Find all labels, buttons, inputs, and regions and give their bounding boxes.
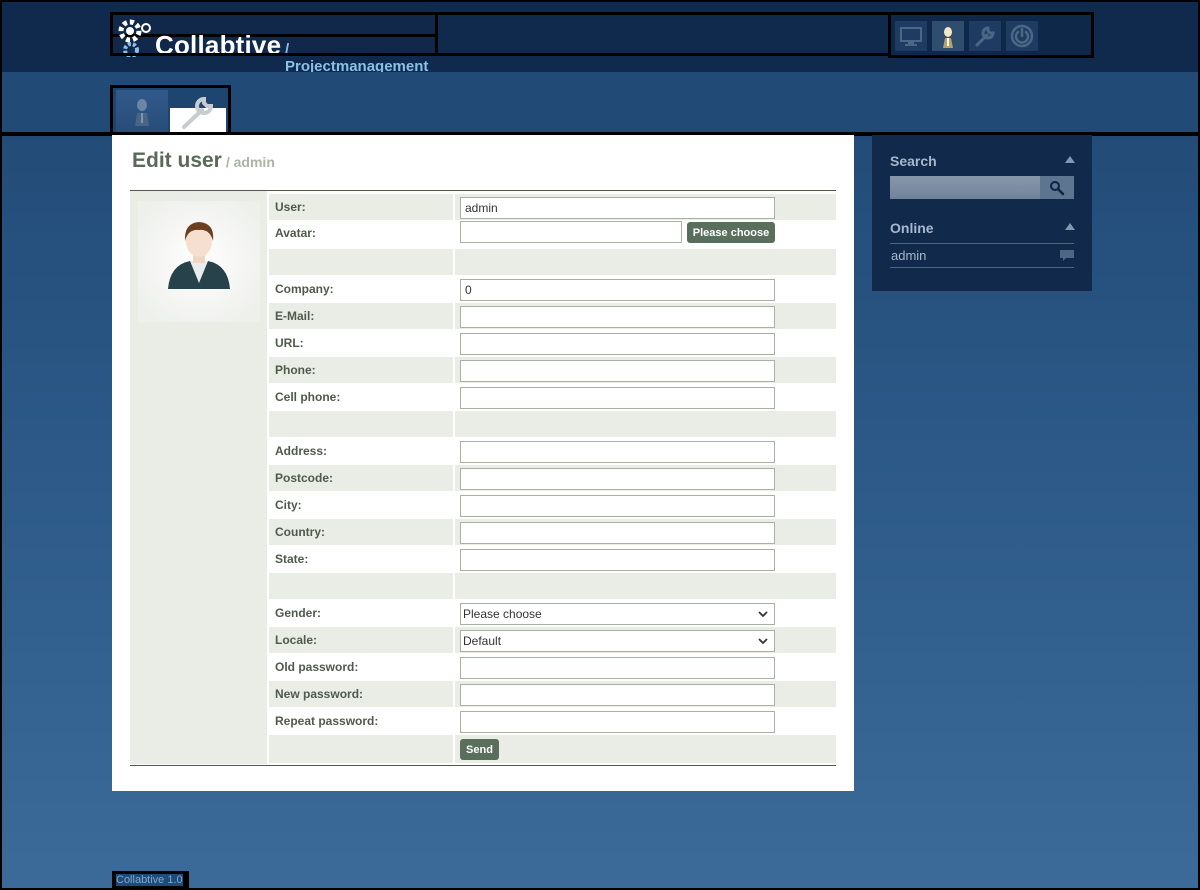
footer: Collabtive 1.0 xyxy=(112,871,189,889)
power-icon[interactable] xyxy=(1006,21,1038,51)
phone-label: Phone: xyxy=(275,363,316,377)
user-label: User: xyxy=(275,200,306,214)
company-label: Company: xyxy=(275,282,334,296)
form-row-cell-phone: Cell phone: xyxy=(269,384,836,410)
user-icon xyxy=(135,99,149,126)
form-row-email: E-Mail: xyxy=(269,303,836,329)
form-row-submit: Send xyxy=(269,735,836,763)
new-password-label: New password: xyxy=(275,687,364,701)
user-icon[interactable] xyxy=(932,21,964,51)
old-password-label: Old password: xyxy=(275,660,359,674)
online-user[interactable]: admin xyxy=(891,248,926,263)
avatar-label: Avatar: xyxy=(275,226,316,240)
footer-text[interactable]: Collabtive 1.0 xyxy=(116,874,183,886)
locale-select[interactable]: Default xyxy=(460,630,775,652)
form-row-avatar: Avatar: Please choose xyxy=(269,220,836,246)
form-row-repeat-password: Repeat password: xyxy=(269,708,836,734)
app-name: Collabtive xyxy=(155,30,282,60)
edit-user-panel: Edit user / admin User: admin Avatar: Pl… xyxy=(112,135,854,791)
form-row-url: URL: xyxy=(269,330,836,356)
email-label: E-Mail: xyxy=(275,309,315,323)
email-field[interactable] xyxy=(460,306,775,328)
avatar-choose-button[interactable]: Please choose xyxy=(687,222,775,243)
header-divider xyxy=(438,12,888,15)
postcode-field[interactable] xyxy=(460,468,775,490)
collapse-online-icon[interactable] xyxy=(1065,223,1075,230)
form-row-spacer xyxy=(269,411,836,437)
locale-select-wrap: Default xyxy=(460,630,775,652)
form-row-phone: Phone: xyxy=(269,357,836,383)
address-field[interactable] xyxy=(460,441,775,463)
form-row-old-password: Old password: xyxy=(269,654,836,680)
city-label: City: xyxy=(275,498,302,512)
chat-icon[interactable] xyxy=(1060,250,1074,261)
locale-label: Locale: xyxy=(275,633,318,647)
form-row-city: City: xyxy=(269,492,836,518)
tab-administration[interactable] xyxy=(170,96,226,132)
cell-phone-field[interactable] xyxy=(460,387,775,409)
gender-select-wrap: Please choose xyxy=(460,603,775,625)
divider xyxy=(890,267,1074,268)
country-label: Country: xyxy=(275,525,325,539)
form-row-spacer xyxy=(269,249,836,275)
page-subtitle: / admin xyxy=(225,154,275,170)
form-row-user: User: xyxy=(269,194,836,220)
wrench-icon[interactable] xyxy=(969,21,1001,51)
send-button[interactable]: Send xyxy=(460,739,499,760)
avatar-column xyxy=(130,191,267,764)
collapse-search-icon[interactable] xyxy=(1065,156,1075,163)
tab-bar xyxy=(2,72,1198,136)
avatar-file-field[interactable] xyxy=(460,221,682,243)
search-heading: Search xyxy=(890,153,937,169)
postcode-label: Postcode: xyxy=(275,471,334,485)
form-row-state: State: xyxy=(269,546,836,572)
cell-phone-label: Cell phone: xyxy=(275,390,341,404)
form-row-address: Address: xyxy=(269,438,836,464)
gender-label: Gender: xyxy=(275,606,322,620)
search-input[interactable] xyxy=(890,176,1040,199)
url-label: URL: xyxy=(275,336,304,350)
page-title-text: Edit user xyxy=(132,149,222,172)
online-heading: Online xyxy=(890,220,934,236)
form-row-company: Company: xyxy=(269,276,836,302)
form-row-gender: Gender: Please choose xyxy=(269,600,836,626)
phone-field[interactable] xyxy=(460,360,775,382)
page-title: Edit user / admin xyxy=(132,149,275,173)
repeat-password-label: Repeat password: xyxy=(275,714,379,728)
wrench-icon xyxy=(182,96,214,129)
user-field[interactable] xyxy=(460,197,775,219)
tab-user[interactable] xyxy=(116,90,168,132)
address-label: Address: xyxy=(275,444,328,458)
header-nav xyxy=(888,12,1094,58)
gender-select[interactable]: Please choose xyxy=(460,603,775,625)
repeat-password-field[interactable] xyxy=(460,711,775,733)
form-row-postcode: Postcode: xyxy=(269,465,836,491)
tab-group xyxy=(110,85,231,132)
search-button[interactable] xyxy=(1040,176,1074,199)
form-row-spacer xyxy=(269,573,836,599)
state-field[interactable] xyxy=(460,549,775,571)
form-row-country: Country: xyxy=(269,519,836,545)
city-field[interactable] xyxy=(460,495,775,517)
avatar xyxy=(138,201,260,322)
gear-logo-icon xyxy=(118,19,151,57)
app-subtitle: / Projectmanagement xyxy=(285,41,429,75)
company-field[interactable] xyxy=(460,279,775,301)
form-row-locale: Locale: Default xyxy=(269,627,836,653)
divider xyxy=(890,243,1074,244)
sidebar: Search Online admin xyxy=(872,135,1092,291)
new-password-field[interactable] xyxy=(460,684,775,706)
search-icon xyxy=(1050,180,1065,195)
edit-user-form: User: Avatar: Please choose Company: E-M… xyxy=(130,190,836,766)
state-label: State: xyxy=(275,552,309,566)
old-password-field[interactable] xyxy=(460,657,775,679)
country-field[interactable] xyxy=(460,522,775,544)
logo[interactable]: Collabtive / Projectmanagement xyxy=(110,12,438,75)
url-field[interactable] xyxy=(460,333,775,355)
form-row-new-password: New password: xyxy=(269,681,836,707)
desktop-icon[interactable] xyxy=(895,21,927,51)
